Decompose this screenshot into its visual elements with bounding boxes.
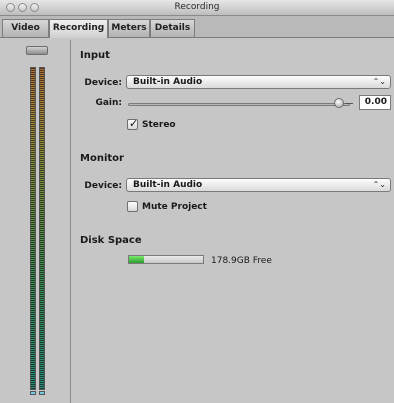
disk-space-fill bbox=[129, 256, 144, 263]
meter-reset-button[interactable] bbox=[26, 46, 48, 55]
tab-bar: Video Recording Meters Details bbox=[0, 16, 394, 38]
window-title: Recording bbox=[174, 2, 220, 12]
disk-free-text: 178.9GB Free bbox=[211, 256, 272, 266]
stereo-checkbox[interactable]: ✓ bbox=[127, 117, 139, 130]
monitor-device-value: Built-in Audio bbox=[133, 180, 203, 190]
input-section-title: Input bbox=[80, 50, 110, 61]
audio-meter-panel bbox=[19, 40, 71, 403]
tab-details[interactable]: Details bbox=[150, 19, 195, 37]
left-channel-peak-indicator bbox=[30, 391, 36, 395]
mute-project-checkbox[interactable] bbox=[127, 201, 138, 212]
input-device-popup[interactable]: Built-in Audio ⌃⌄ bbox=[126, 75, 391, 89]
stereo-label: Stereo bbox=[142, 120, 176, 130]
gain-slider-knob[interactable] bbox=[334, 98, 344, 108]
disk-space-bar bbox=[128, 255, 204, 264]
title-bar[interactable]: Recording bbox=[0, 0, 394, 16]
input-device-label: Device: bbox=[84, 78, 122, 88]
gain-value-field[interactable]: 0.00 bbox=[359, 95, 391, 110]
left-channel-meter bbox=[30, 67, 36, 390]
monitor-device-label: Device: bbox=[84, 181, 122, 191]
monitor-device-popup[interactable]: Built-in Audio ⌃⌄ bbox=[126, 178, 391, 192]
right-channel-meter bbox=[39, 67, 45, 390]
popup-arrows-icon: ⌃⌄ bbox=[372, 77, 386, 86]
tab-meters[interactable]: Meters bbox=[108, 19, 150, 37]
gain-slider-track[interactable] bbox=[128, 103, 350, 106]
input-device-value: Built-in Audio bbox=[133, 77, 203, 87]
tab-video[interactable]: Video bbox=[2, 19, 49, 37]
mute-project-label: Mute Project bbox=[142, 202, 207, 212]
right-channel-peak-indicator bbox=[39, 391, 45, 395]
gain-label: Gain: bbox=[95, 98, 122, 108]
checkmark-icon: ✓ bbox=[129, 117, 139, 130]
recording-window: Recording Video Recording Meters Details… bbox=[0, 0, 394, 403]
gain-reset-icon bbox=[345, 103, 353, 104]
disk-space-section-title: Disk Space bbox=[80, 235, 142, 246]
popup-arrows-icon: ⌃⌄ bbox=[372, 180, 386, 189]
tab-recording[interactable]: Recording bbox=[49, 19, 108, 38]
monitor-section-title: Monitor bbox=[80, 153, 124, 164]
